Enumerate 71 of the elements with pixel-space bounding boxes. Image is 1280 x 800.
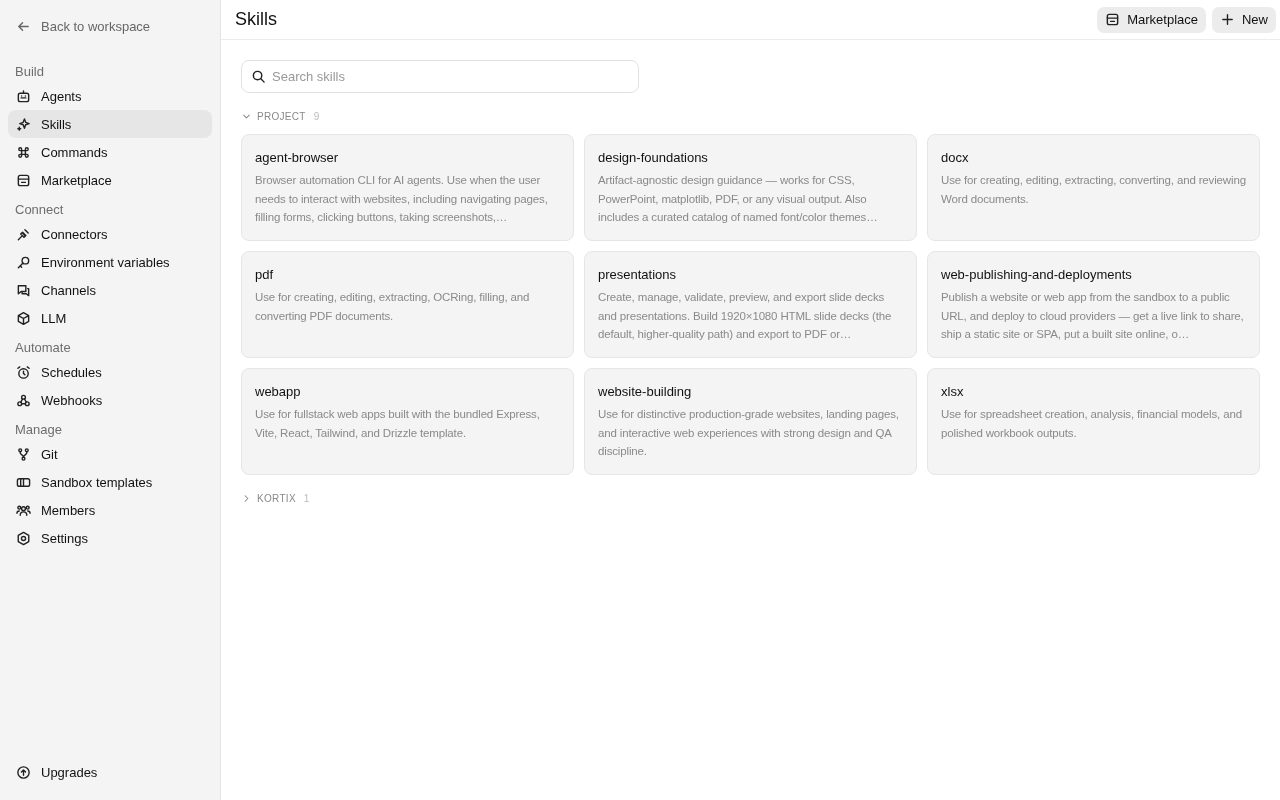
settings-icon <box>16 530 31 546</box>
store-icon <box>1105 12 1121 27</box>
skill-card[interactable]: agent-browser Browser automation CLI for AI agents. Use when the user needs to interact with websites, including navigating pages, filling forms, clicking buttons, taking screenshots,… <box>241 134 574 241</box>
section-label: Build <box>14 62 45 81</box>
sparkle-icon <box>16 116 31 132</box>
search-field[interactable]: Search skills <box>241 60 639 93</box>
section-toggle[interactable]: PROJECT 9 <box>241 108 320 124</box>
sidebar-item[interactable]: Upgrades <box>8 758 212 786</box>
skill-description: Create, manage, validate, preview, and export slide decks and presentations. Build 1920×1080 HTML slide decks (the default, higher-quality path) and export to PDF or… <box>598 290 893 342</box>
section-label: Connect <box>14 200 65 219</box>
webhook-icon <box>16 392 31 408</box>
alarm-clock-icon <box>16 364 31 380</box>
skill-count: 1 <box>303 492 310 504</box>
skill-name: webapp <box>255 384 302 399</box>
sidebar-item[interactable]: Connectors <box>8 220 212 248</box>
store-icon <box>16 172 31 188</box>
skill-name: xlsx <box>941 384 965 399</box>
sidebar-item[interactable]: LLM <box>8 304 212 332</box>
section-toggle[interactable]: KORTIX 1 <box>241 490 310 506</box>
skill-description: Use for distinctive production-grade websites, landing pages, and interactive web experiences with strong design and QA discipline. <box>598 407 900 459</box>
skill-name: website-building <box>598 384 693 399</box>
sidebar-item[interactable]: Sandbox templates <box>8 468 212 496</box>
plus-icon <box>1220 12 1235 27</box>
skill-name: docx <box>941 150 970 165</box>
skill-card[interactable]: pdf Use for creating, editing, extracting, OCRing, filling, and converting PDF documents. <box>241 251 574 358</box>
skill-name: agent-browser <box>255 150 340 165</box>
arrow-up-circle-icon <box>16 764 31 780</box>
sidebar-item[interactable]: Settings <box>8 524 212 552</box>
skill-card[interactable]: website-building Use for distinctive production-grade websites, landing pages, and interactive web experiences with strong design and QA discipline. <box>584 368 917 475</box>
marketplace-button[interactable]: Marketplace <box>1097 6 1206 33</box>
sidebar-item[interactable]: Environment variables <box>8 248 212 276</box>
plug-icon <box>16 226 31 242</box>
skill-description: Artifact-agnostic design guidance — works for CSS, PowerPoint, matplotlib, PDF, or any visual output. Also includes a curated catalog of named font/color themes… <box>598 173 879 225</box>
skill-name: web-publishing-and-deployments <box>941 267 1133 282</box>
sidebar-item[interactable]: Schedules <box>8 358 212 386</box>
skill-card[interactable]: design-foundations Artifact-agnostic design guidance — works for CSS, PowerPoint, matplotlib, PDF, or any visual output. Also includes a curated catalog of named font/color themes… <box>584 134 917 241</box>
page-title: Skills <box>235 9 278 30</box>
sidebar-item[interactable]: Channels <box>8 276 212 304</box>
skill-card[interactable]: webapp Use for fullstack web apps built with the bundled Express, Vite, React, Tailwind, and Drizzle template. <box>241 368 574 475</box>
sidebar-item[interactable]: Webhooks <box>8 386 212 414</box>
section-label: Automate <box>14 338 72 357</box>
sidebar-item[interactable]: Marketplace <box>8 166 212 194</box>
back-link[interactable]: Back to workspace <box>8 16 212 36</box>
skill-description: Use for fullstack web apps built with the bundled Express, Vite, React, Tailwind, and Drizzle template. <box>255 407 541 441</box>
key-icon <box>16 254 31 270</box>
skill-card[interactable]: docx Use for creating, editing, extracting, converting, and reviewing Word documents. <box>927 134 1260 241</box>
sidebar-item[interactable]: Skills <box>8 110 212 138</box>
skill-description: Publish a website or web app from the sandbox to a public URL, and deploy to cloud providers — get a live link to share, ship a static site or SPA, put a built site online, o… <box>941 290 1245 342</box>
skill-name: pdf <box>255 267 275 282</box>
skill-count: 9 <box>313 110 320 122</box>
cube-icon <box>16 310 31 326</box>
robot-icon <box>16 88 31 104</box>
skill-description: Use for creating, editing, extracting, OCRing, filling, and converting PDF documents. <box>255 290 531 324</box>
sidebar-item[interactable]: Members <box>8 496 212 524</box>
command-icon <box>16 144 31 160</box>
skill-description: Use for creating, editing, extracting, converting, and reviewing Word documents. <box>941 173 1246 207</box>
skill-description: Browser automation CLI for AI agents. Use when the user needs to interact with websites, including navigating pages, filling forms, clicking buttons, taking screenshots,… <box>255 173 549 225</box>
branch-icon <box>16 446 31 462</box>
sidebar-item[interactable]: Agents <box>8 82 212 110</box>
skill-name: presentations <box>598 267 678 282</box>
skill-description: Use for spreadsheet creation, analysis, financial models, and polished workbook outputs. <box>941 407 1243 441</box>
chat-icon <box>16 282 31 298</box>
skill-card[interactable] <box>927 251 1260 358</box>
skill-card[interactable]: xlsx Use for spreadsheet creation, analysis, financial models, and polished workbook outputs. <box>927 368 1260 475</box>
skill-card[interactable]: presentations Create, manage, validate, preview, and export slide decks and presentations. Build 1920×1080 HTML slide decks (the default, higher-quality path) and export to PDF or… <box>584 251 917 358</box>
search-icon <box>251 69 266 84</box>
sidebar-item[interactable]: Git <box>8 440 212 468</box>
section-label: Manage <box>14 420 63 439</box>
sidebar-item[interactable]: Commands <box>8 138 212 166</box>
skill-name: design-foundations <box>598 150 709 165</box>
new-button[interactable]: New <box>1212 6 1276 33</box>
